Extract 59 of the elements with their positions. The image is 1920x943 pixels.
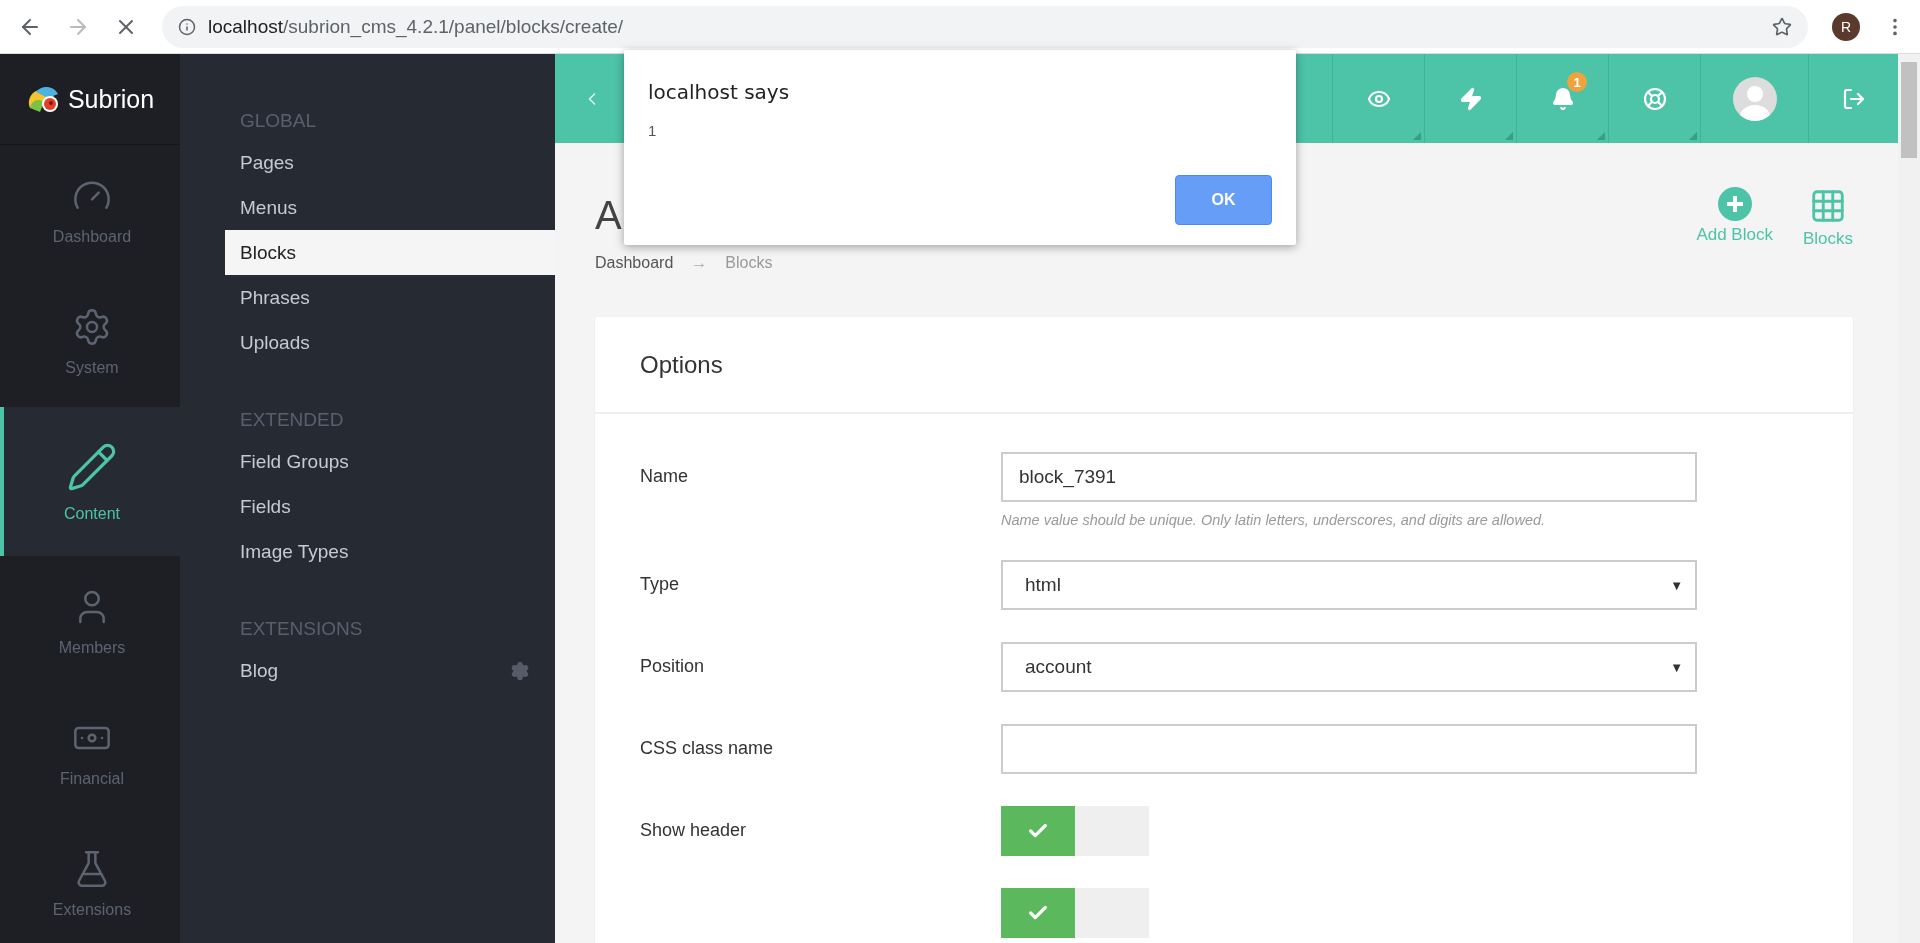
bolt-icon — [1458, 86, 1483, 111]
menu-item-label: Blocks — [240, 241, 296, 264]
field-label: Type — [640, 573, 681, 596]
plus-icon — [1717, 187, 1752, 221]
info-icon[interactable] — [178, 17, 196, 36]
breadcrumb-separator: → — [691, 254, 708, 272]
select-field[interactable]: account ▼ — [1001, 642, 1697, 692]
field-label: Name — [640, 465, 689, 488]
star-icon[interactable] — [1772, 16, 1792, 37]
breadcrumb-link[interactable]: Dashboard — [595, 254, 674, 272]
logout-icon — [1841, 86, 1866, 111]
dialog-title: localhost says — [648, 80, 791, 104]
section-heading: EXTENDED — [239, 409, 345, 431]
menu-item[interactable]: Fields — [225, 484, 555, 529]
bell-icon — [1550, 86, 1575, 111]
menu-item-label: Fields — [240, 495, 291, 518]
field-label: CSS class name — [640, 737, 775, 760]
toolbar-button[interactable] — [1424, 54, 1516, 143]
menu-item[interactable]: Menus — [225, 185, 555, 230]
menu-item-label: Image Types — [240, 540, 349, 563]
scrollbar[interactable] — [1898, 54, 1920, 943]
text-field[interactable]: block_7391 — [1001, 452, 1697, 502]
menu-item-label: Blog — [240, 659, 279, 682]
menu-item-label: Menus — [240, 196, 298, 219]
notification-badge: 1 — [1567, 72, 1587, 92]
section-heading: GLOBAL — [239, 110, 318, 132]
profile-avatar[interactable]: R — [1832, 12, 1860, 41]
settings-icon[interactable] — [510, 660, 530, 681]
toolbar-button[interactable] — [1608, 54, 1700, 143]
menu-item[interactable]: Uploads — [225, 320, 555, 365]
caret-icon: ▼ — [1670, 659, 1683, 675]
nav-item[interactable]: Content — [0, 407, 180, 556]
menu-item-label: Field Groups — [240, 450, 349, 473]
menu-item[interactable]: Blog — [225, 648, 555, 693]
lifebuoy-icon — [1642, 86, 1667, 111]
toggle-switch[interactable] — [1001, 806, 1149, 856]
text-field[interactable] — [1001, 724, 1697, 774]
caret-icon: ▼ — [1670, 577, 1683, 593]
card-title: Options — [640, 350, 723, 379]
menu-item[interactable]: Field Groups — [225, 439, 555, 484]
page-title: A — [595, 193, 623, 238]
menu-item-label: Pages — [240, 151, 294, 174]
select-field[interactable]: html ▼ — [1001, 560, 1697, 610]
menu-item[interactable]: Image Types — [225, 529, 555, 574]
address-bar[interactable]: localhost/subrion_cms_4.2.1/panel/blocks/create/ — [162, 5, 1808, 48]
field-hint: Name value should be unique. Only latin letters, underscores, and digits are allowed. — [1001, 512, 1547, 528]
menu-item[interactable]: Phrases — [225, 275, 555, 320]
toggle-switch[interactable] — [1001, 888, 1149, 938]
menu-item-label: Uploads — [240, 331, 310, 354]
toolbar-button[interactable] — [1332, 54, 1424, 143]
menu-item[interactable]: Blocks — [225, 230, 555, 275]
field-label: Position — [640, 655, 706, 678]
menu-item-label: Phrases — [240, 286, 310, 309]
section-heading: EXTENSIONS — [239, 618, 364, 640]
dialog-message: 1 — [648, 122, 658, 139]
url-text: localhost/subrion_cms_4.2.1/panel/blocks/create/ — [208, 15, 624, 38]
menu-item[interactable]: Pages — [225, 140, 555, 185]
brand-name: Subrion — [67, 84, 155, 114]
field-label: Show header — [640, 819, 748, 842]
